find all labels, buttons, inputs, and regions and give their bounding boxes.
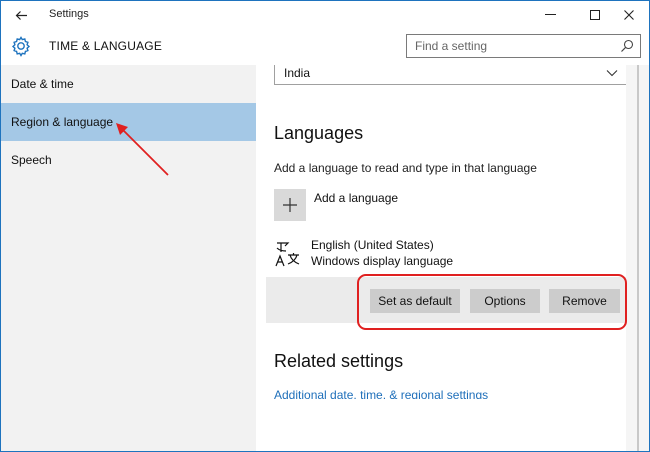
sidebar-item-date-time[interactable]: Date & time <box>1 65 256 103</box>
minimize-button[interactable] <box>533 1 567 29</box>
search-icon[interactable] <box>620 39 634 53</box>
add-language-button[interactable] <box>274 189 306 221</box>
settings-window: Settings TIME & LANGUAGE Find a setting … <box>0 0 650 452</box>
close-button[interactable] <box>612 1 646 29</box>
chevron-down-icon <box>606 70 618 77</box>
scrollbar[interactable] <box>626 65 649 451</box>
related-settings-heading: Related settings <box>274 351 404 371</box>
annotation-highlight-box <box>357 274 627 330</box>
title-bar: Settings <box>1 1 649 29</box>
country-dropdown[interactable]: India <box>274 65 627 85</box>
additional-regional-settings-link[interactable]: Additional date, time, & regional settin… <box>274 388 488 399</box>
search-box[interactable] <box>406 34 641 58</box>
languages-heading: Languages <box>274 123 364 143</box>
maximize-button[interactable] <box>578 1 612 29</box>
add-language-label[interactable]: Add a language <box>314 191 398 205</box>
settings-header: TIME & LANGUAGE <box>1 29 649 65</box>
back-button[interactable] <box>7 3 35 27</box>
minimize-icon <box>544 14 556 15</box>
app-title: Settings <box>49 8 89 20</box>
sidebar-item-label: Speech <box>11 153 52 167</box>
scrollbar-thumb[interactable] <box>637 65 639 451</box>
search-input[interactable] <box>407 35 612 57</box>
close-icon <box>624 10 634 20</box>
plus-icon <box>283 198 297 212</box>
language-subtitle: Windows display language <box>311 254 454 268</box>
sidebar-item-label: Region & language <box>11 115 114 129</box>
main-content: India Languages Add a language to read a… <box>256 65 627 451</box>
maximize-icon <box>590 10 600 20</box>
annotation-arrow-icon <box>116 123 169 176</box>
gear-icon <box>11 36 31 57</box>
country-value: India <box>284 66 311 80</box>
page-title: TIME & LANGUAGE <box>49 39 163 53</box>
language-icon <box>275 242 300 267</box>
sidebar-item-label: Date & time <box>11 77 74 91</box>
back-arrow-icon <box>15 10 27 20</box>
related-link-clip: Additional date, time, & regional settin… <box>256 386 626 399</box>
language-name[interactable]: English (United States) <box>311 238 434 252</box>
add-language-description: Add a language to read and type in that … <box>274 161 537 175</box>
